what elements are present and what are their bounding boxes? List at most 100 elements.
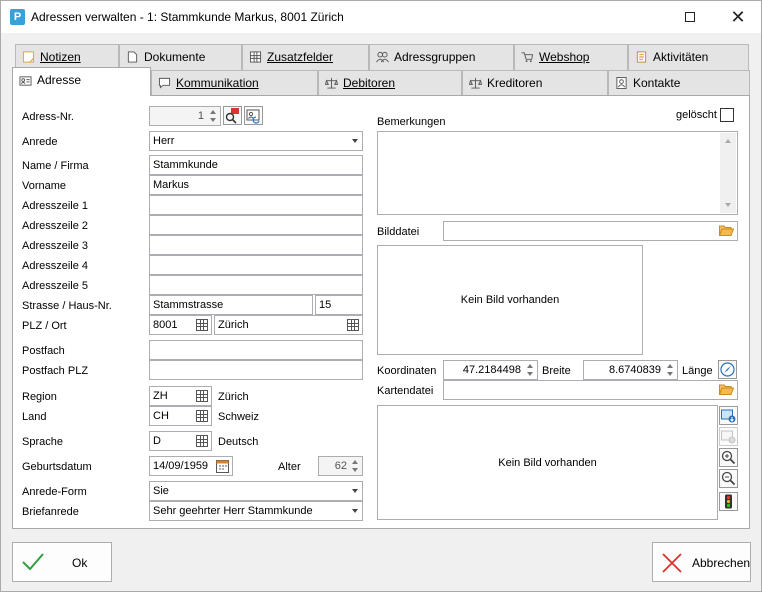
anrede-label: Anrede <box>22 136 58 148</box>
maximize-button[interactable] <box>667 1 713 33</box>
anrede-form-select[interactable]: Sie <box>149 481 363 501</box>
ort-value: Zürich <box>218 319 249 331</box>
address-card-button[interactable] <box>244 106 263 125</box>
land-field[interactable]: CH <box>149 406 212 426</box>
hausnr-field[interactable]: 15 <box>315 295 363 315</box>
region-field[interactable]: ZH <box>149 386 212 406</box>
alter-field[interactable]: 62 <box>318 456 363 476</box>
tab-webshop[interactable]: Webshop <box>514 44 628 70</box>
region-code: ZH <box>153 390 168 402</box>
breite-spinner[interactable] <box>525 362 536 378</box>
anrede-form-value: Sie <box>153 485 169 497</box>
calendar-icon[interactable] <box>216 459 229 473</box>
adress-nr-value: 1 <box>197 110 204 122</box>
adresszeile5-field[interactable] <box>149 275 363 295</box>
zoom-out-button[interactable] <box>719 469 738 488</box>
kartendatei-field[interactable] <box>443 380 738 400</box>
name-field[interactable]: Stammkunde <box>149 155 363 175</box>
tab-aktivitaeten[interactable]: Aktivitäten <box>628 44 749 70</box>
kartendatei-label: Kartendatei <box>377 385 434 397</box>
breite-field[interactable]: 47.2184498 <box>443 360 538 380</box>
map-download-icon <box>721 409 736 423</box>
lookup-table-icon[interactable] <box>196 435 208 447</box>
bemerkungen-textarea[interactable] <box>377 131 738 215</box>
adresszeile3-label: Adresszeile 3 <box>22 240 89 252</box>
document-icon <box>127 51 138 63</box>
briefanrede-select[interactable]: Sehr geehrter Herr Stammkunde <box>149 501 363 521</box>
lookup-table-icon[interactable] <box>347 319 359 331</box>
address-card-refresh-icon <box>246 109 260 124</box>
postfach-plz-field[interactable] <box>149 360 363 380</box>
sprache-field[interactable]: D <box>149 431 212 451</box>
laenge-field[interactable]: 8.6740839 <box>583 360 678 380</box>
alter-value: 62 <box>334 460 347 472</box>
anrede-select[interactable]: Herr <box>149 131 363 151</box>
tab-kommunikation[interactable]: Kommunikation <box>151 70 318 96</box>
lookup-table-icon[interactable] <box>196 319 208 331</box>
folder-open-icon[interactable] <box>719 224 734 237</box>
geburtsdatum-field[interactable]: 14/09/1959 <box>149 456 233 476</box>
postfach-field[interactable] <box>149 340 363 360</box>
map-load-button[interactable] <box>719 406 738 425</box>
adresszeile2-label: Adresszeile 2 <box>22 220 89 232</box>
region-name: Zürich <box>218 391 249 403</box>
postfach-plz-label: Postfach PLZ <box>22 365 89 377</box>
tab-debitoren[interactable]: Debitoren <box>318 70 462 96</box>
laenge-spinner[interactable] <box>665 362 676 378</box>
strasse-field[interactable]: Stammstrasse <box>149 295 313 315</box>
title-bar: P Adressen verwalten - 1: Stammkunde Mar… <box>1 1 761 33</box>
traffic-light-icon <box>725 494 732 509</box>
tab-kontakte[interactable]: Kontakte <box>608 70 750 96</box>
briefanrede-value: Sehr geehrter Herr Stammkunde <box>153 505 313 517</box>
traffic-light-button[interactable] <box>719 492 738 511</box>
tab-kreditoren[interactable]: Kreditoren <box>462 70 608 96</box>
adresszeile1-field[interactable] <box>149 195 363 215</box>
bild-placeholder-text: Kein Bild vorhanden <box>460 294 560 306</box>
adresszeile4-field[interactable] <box>149 255 363 275</box>
vorname-label: Vorname <box>22 180 67 192</box>
note-icon <box>22 51 35 63</box>
tab-label: Kreditoren <box>487 76 543 90</box>
bemerkungen-scrollbar[interactable] <box>720 133 736 213</box>
address-panel: Adress-Nr. 1 Anrede Herr Name / Firma St… <box>12 95 750 529</box>
address-search-button[interactable] <box>223 106 242 125</box>
cancel-button[interactable]: Abbrechen <box>652 542 751 582</box>
geolocate-button[interactable] <box>718 360 737 379</box>
tab-adressgruppen[interactable]: Adressgruppen <box>369 44 514 70</box>
tab-label: Dokumente <box>144 50 206 64</box>
cancel-label: Abbrechen <box>692 556 751 570</box>
tab-adresse[interactable]: Adresse <box>12 67 151 96</box>
tab-label: Adresse <box>37 73 82 87</box>
anrede-value: Herr <box>153 135 175 147</box>
ok-button[interactable]: Ok <box>12 542 112 582</box>
sprache-code: D <box>153 435 161 447</box>
scale-icon <box>469 77 482 89</box>
tab-label: Adressgruppen <box>394 50 476 64</box>
zoom-out-icon <box>721 471 736 486</box>
adresszeile2-field[interactable] <box>149 215 363 235</box>
compass-icon <box>720 362 735 377</box>
alter-spinner[interactable] <box>350 458 361 474</box>
vorname-field[interactable]: Markus <box>149 175 363 195</box>
tab-zusatzfelder[interactable]: Zusatzfelder <box>242 44 369 70</box>
close-button[interactable]: ✕ <box>715 1 761 33</box>
lookup-table-icon[interactable] <box>196 410 208 422</box>
bilddatei-field[interactable] <box>443 221 738 241</box>
briefanrede-label: Briefanrede <box>22 506 79 518</box>
message-icon <box>158 77 171 89</box>
laenge-value: 8.6740839 <box>609 364 661 376</box>
folder-open-icon[interactable] <box>719 383 734 396</box>
geloescht-checkbox[interactable] <box>720 108 734 122</box>
lookup-table-icon[interactable] <box>196 390 208 402</box>
ort-field[interactable]: Zürich <box>214 315 363 335</box>
plz-field[interactable]: 8001 <box>149 315 212 335</box>
tab-label: Debitoren <box>343 76 396 90</box>
adress-nr-spinner[interactable] <box>208 108 219 124</box>
adress-nr-field[interactable]: 1 <box>149 106 221 126</box>
land-name: Schweiz <box>218 411 259 423</box>
adresszeile3-field[interactable] <box>149 235 363 255</box>
map-delete-button[interactable] <box>719 427 738 446</box>
koordinaten-label: Koordinaten <box>377 365 437 377</box>
bilddatei-label: Bilddatei <box>377 226 420 238</box>
zoom-in-button[interactable] <box>719 448 738 467</box>
